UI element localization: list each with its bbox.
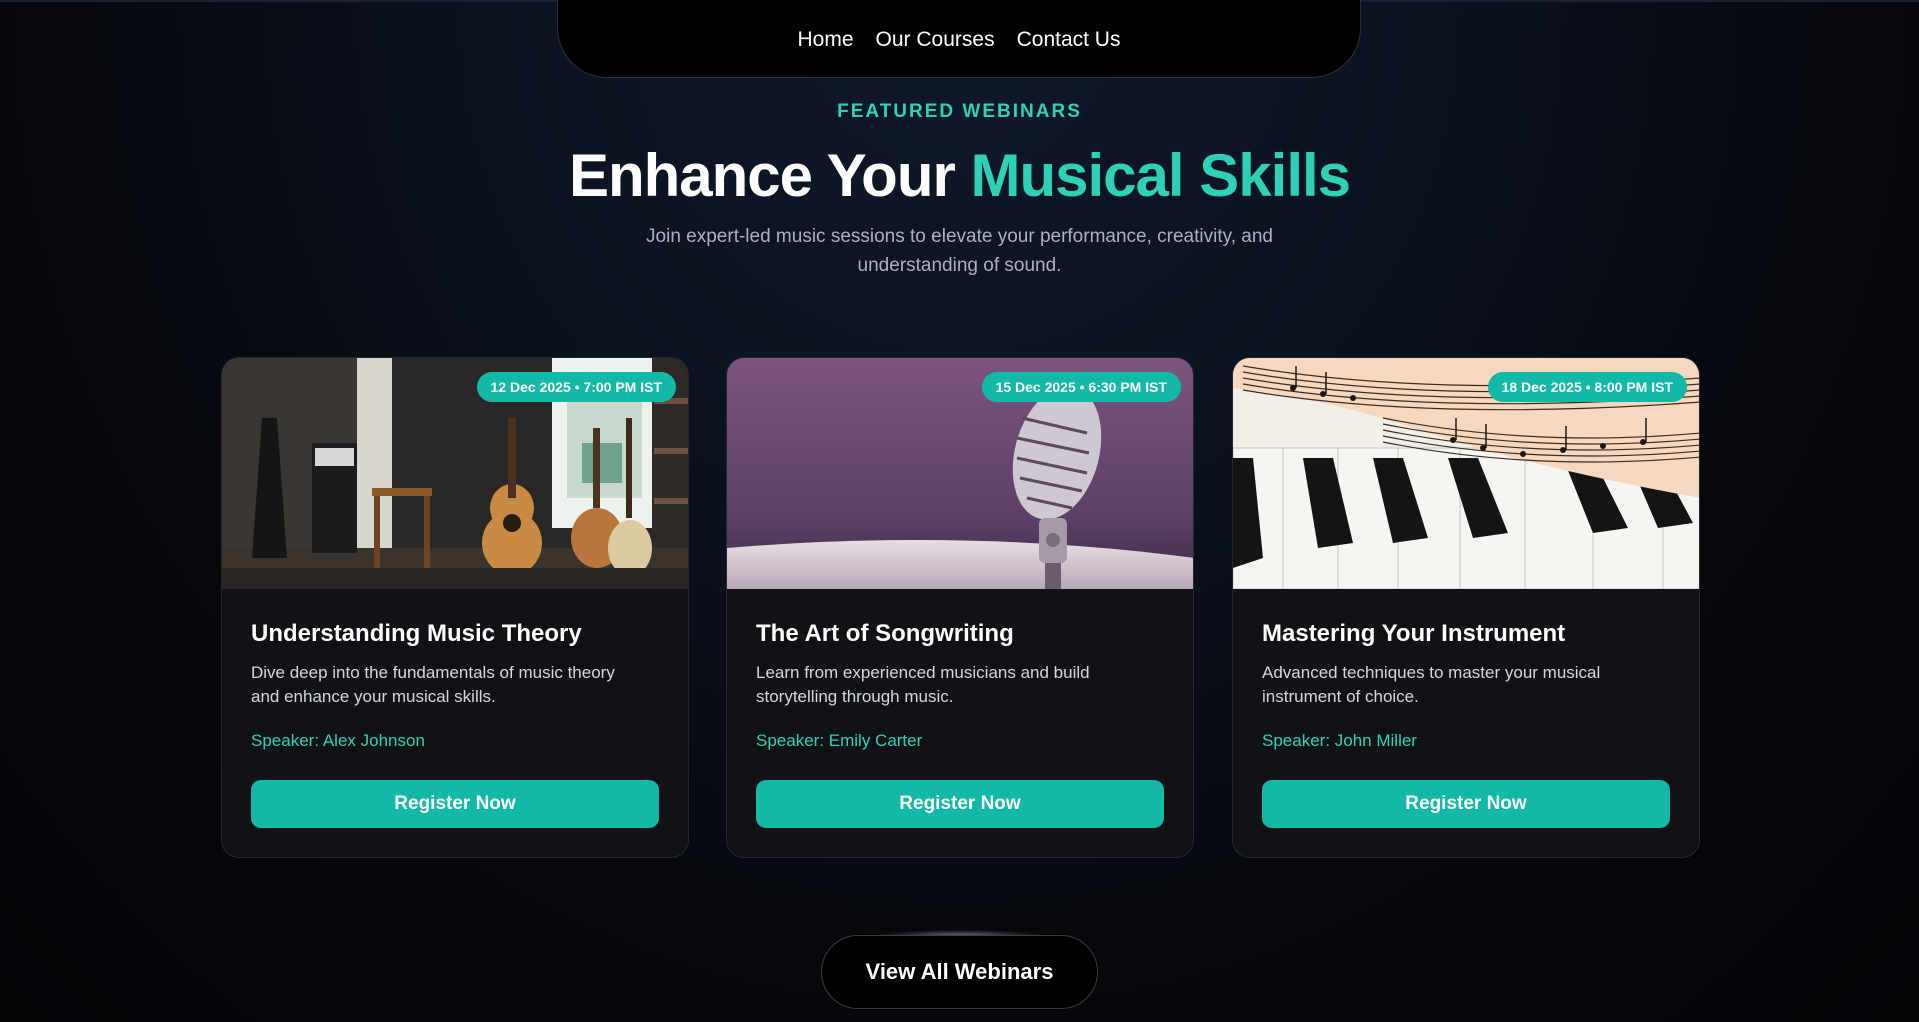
webinar-card: 12 Dec 2025 • 7:00 PM IST Understanding …: [221, 357, 689, 858]
webinar-speaker: Speaker: Emily Carter: [756, 731, 923, 750]
date-badge: 18 Dec 2025 • 8:00 PM IST: [1487, 372, 1687, 402]
title-text: Enhance Your: [568, 142, 971, 209]
register-now-button[interactable]: Register Now: [1262, 780, 1670, 828]
subtitle-line-1: Join expert-led music sessions to elevat…: [646, 226, 1273, 247]
view-all-webinars-button[interactable]: View All Webinars: [821, 935, 1098, 1009]
page-subtitle: Join expert-led music sessions to elevat…: [0, 222, 1919, 280]
webinar-speaker: Speaker: Alex Johnson: [251, 731, 425, 750]
section-eyebrow: FEATURED WEBINARS: [837, 101, 1082, 122]
webinar-title: Mastering Your Instrument: [1262, 620, 1566, 647]
register-now-button[interactable]: Register Now: [251, 780, 659, 828]
description-line: and enhance your musical skills.: [251, 687, 496, 706]
top-navbar: Home Our Courses Contact Us: [557, 0, 1361, 78]
webinar-description: Learn from experienced musicians and bui…: [756, 661, 1166, 709]
webinar-speaker: Speaker: John Miller: [1262, 731, 1417, 750]
webinar-image-guitars: 12 Dec 2025 • 7:00 PM IST: [222, 358, 688, 589]
description-line: storytelling through music.: [756, 687, 954, 706]
webinar-description: Dive deep into the fundamentals of music…: [251, 661, 661, 709]
register-now-button[interactable]: Register Now: [756, 780, 1164, 828]
date-badge: 15 Dec 2025 • 6:30 PM IST: [981, 372, 1181, 402]
nav-link-home[interactable]: Home: [798, 28, 854, 52]
subtitle-line-2: understanding of sound.: [857, 255, 1062, 276]
description-line: Advanced techniques to master your music…: [1262, 663, 1601, 682]
webinar-image-microphone: 15 Dec 2025 • 6:30 PM IST: [727, 358, 1193, 589]
nav-link-our-courses[interactable]: Our Courses: [876, 28, 995, 52]
webinar-title: Understanding Music Theory: [251, 620, 582, 647]
description-line: Dive deep into the fundamentals of music…: [251, 663, 615, 682]
description-line: instrument of choice.: [1262, 687, 1419, 706]
nav-link-contact-us[interactable]: Contact Us: [1017, 28, 1121, 52]
page-title: Enhance Your Musical Skills: [0, 140, 1919, 212]
webinar-card: 18 Dec 2025 • 8:00 PM IST Mastering Your…: [1232, 357, 1700, 858]
webinar-image-piano: 18 Dec 2025 • 8:00 PM IST: [1233, 358, 1699, 589]
webinar-card: 15 Dec 2025 • 6:30 PM IST The Art of Son…: [726, 357, 1194, 858]
webinar-title: The Art of Songwriting: [756, 620, 1014, 647]
webinar-description: Advanced techniques to master your music…: [1262, 661, 1672, 709]
date-badge: 12 Dec 2025 • 7:00 PM IST: [476, 372, 676, 402]
title-accent: Musical Skills: [970, 142, 1352, 209]
description-line: Learn from experienced musicians and bui…: [756, 663, 1090, 682]
